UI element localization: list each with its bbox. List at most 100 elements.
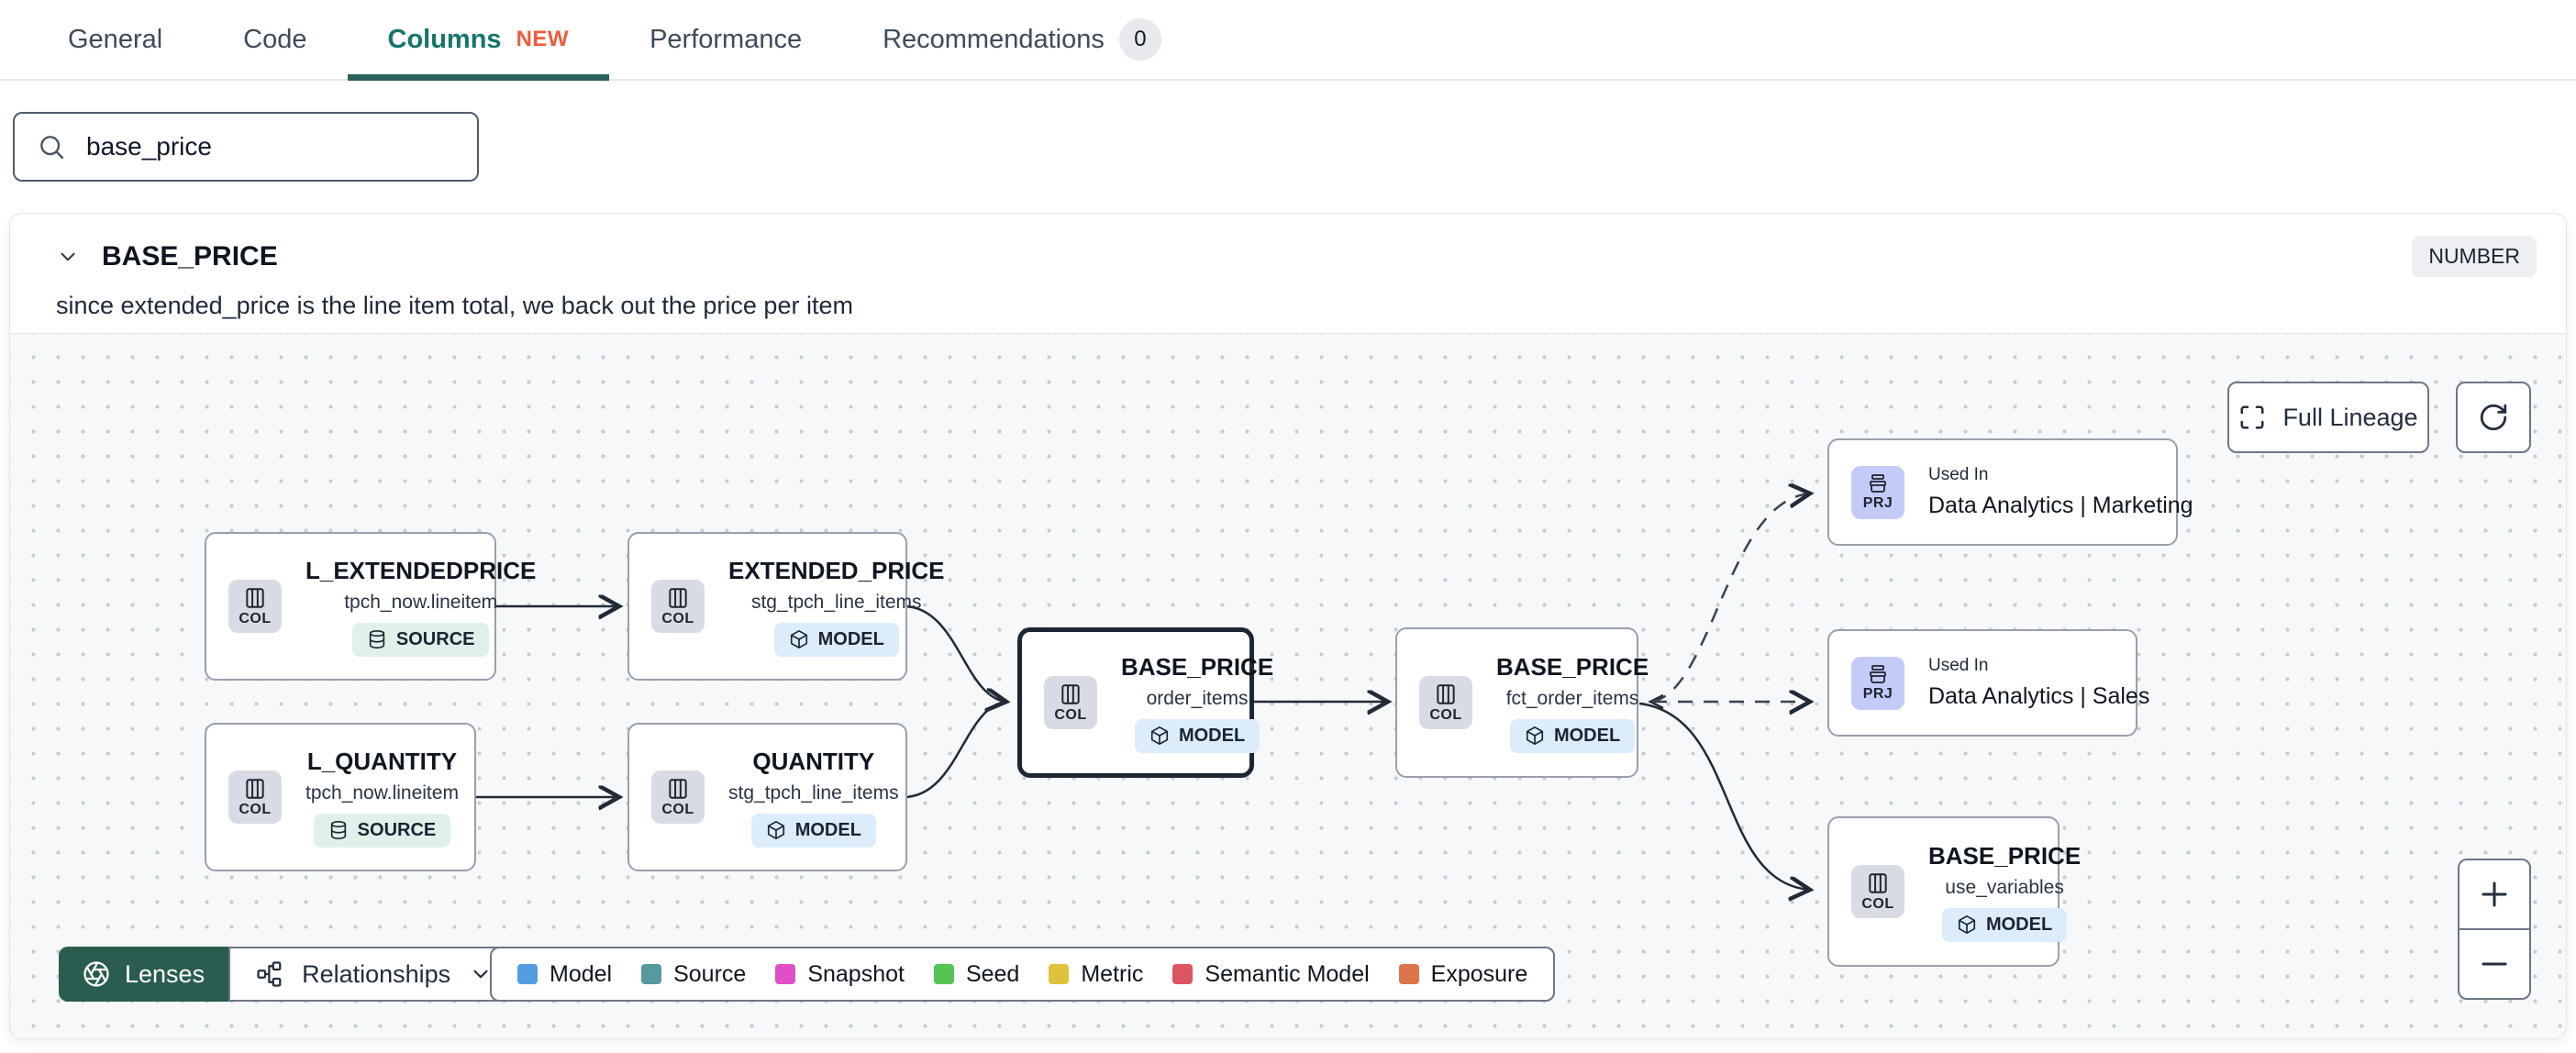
legend-item-exposure: Exposure (1398, 961, 1527, 988)
database-icon (330, 821, 346, 839)
lineage-node-quantity[interactable]: COL QUANTITY stg_tpch_line_items MODEL (627, 723, 907, 871)
zoom-in-button[interactable] (2459, 860, 2529, 928)
full-lineage-button[interactable]: Full Lineage (2227, 382, 2429, 453)
legend-swatch (641, 964, 662, 984)
legend-item-snapshot: Snapshot (775, 961, 905, 988)
node-subtitle: use_variables (1945, 876, 2064, 898)
lineage-node-base-price-fct-order-items[interactable]: COL BASE_PRICE fct_order_items MODEL (1395, 627, 1649, 778)
column-card-header: BASE_PRICE NUMBER since extended_price i… (10, 214, 2566, 333)
new-badge: NEW (516, 27, 570, 51)
expand-icon (2240, 405, 2264, 429)
node-title: QUANTITY (752, 747, 875, 775)
chevron-down-icon[interactable] (56, 245, 80, 269)
column-description: since extended_price is the line item to… (56, 292, 853, 319)
search-icon (40, 136, 64, 160)
source-badge: SOURCE (313, 813, 451, 848)
columns-icon (1869, 872, 1887, 893)
zoom-out-button[interactable] (2459, 928, 2529, 998)
lineage-node-base-price-order-items[interactable]: COL BASE_PRICE order_items MODEL (1017, 627, 1273, 778)
column-title: BASE_PRICE (102, 240, 278, 272)
refresh-button[interactable] (2456, 382, 2531, 453)
node-title: L_EXTENDEDPRICE (305, 556, 537, 584)
minus-icon (2482, 962, 2507, 966)
column-type-badge: NUMBER (2412, 236, 2537, 277)
column-chip-icon: COL (1419, 676, 1472, 729)
lineage-node-used-in-marketing[interactable]: PRJ Used In Data Analytics | Marketing (1827, 438, 2193, 546)
project-name: Data Analytics | Sales (1928, 683, 2150, 709)
lineage-node-l-quantity[interactable]: COL L_QUANTITY tpch_now.lineitem SOURCE (205, 723, 476, 871)
tab-code[interactable]: Code (203, 0, 347, 79)
columns-icon (246, 587, 264, 608)
cube-icon (1958, 915, 1976, 934)
legend-swatch (1172, 964, 1194, 984)
node-title: BASE_PRICE (1928, 841, 2082, 870)
node-subtitle: stg_tpch_line_items (750, 591, 922, 613)
tab-columns[interactable]: Columns NEW (347, 0, 610, 81)
legend-swatch (1398, 964, 1419, 984)
zoom-controls (2458, 859, 2531, 1000)
cube-icon (1150, 726, 1169, 745)
used-in-label: Used In (1928, 656, 1989, 675)
model-badge: MODEL (1509, 718, 1636, 753)
lineage-edges (476, 334, 2567, 1039)
database-icon (369, 630, 385, 648)
project-chip-icon: PRJ (1851, 465, 1904, 519)
node-title: EXTENDED_PRICE (728, 556, 945, 584)
archive-box-icon (1870, 665, 1886, 683)
lineage-node-l-extendedprice[interactable]: COL L_EXTENDEDPRICE tpch_now.lineitem SO… (205, 532, 536, 681)
column-card: BASE_PRICE NUMBER since extended_price i… (9, 213, 2567, 1039)
relationships-icon (257, 961, 282, 987)
cube-icon (767, 821, 784, 839)
column-chip-icon: COL (228, 580, 282, 633)
model-badge: MODEL (773, 622, 899, 657)
project-name: Data Analytics | Marketing (1928, 493, 2193, 518)
columns-icon (1061, 683, 1080, 704)
legend-swatch (517, 964, 538, 984)
column-chip-icon: COL (651, 770, 705, 824)
node-subtitle: order_items (1146, 687, 1249, 709)
recommendations-count-badge: 0 (1118, 18, 1161, 61)
column-chip-icon: COL (228, 770, 282, 824)
legend-swatch (1049, 964, 1070, 984)
cube-icon (1526, 726, 1544, 745)
lineage-node-used-in-sales[interactable]: PRJ Used In Data Analytics | Sales (1827, 629, 2149, 737)
legend-swatch (933, 964, 954, 984)
legend-item-source: Source (641, 961, 746, 988)
legend-item-metric: Metric (1049, 961, 1143, 988)
search-input[interactable] (86, 132, 455, 161)
legend-item-seed: Seed (933, 961, 1019, 988)
tab-performance[interactable]: Performance (609, 0, 842, 79)
model-badge: MODEL (1941, 907, 2068, 942)
model-badge: MODEL (750, 813, 876, 848)
columns-icon (669, 587, 687, 608)
archive-box-icon (1870, 474, 1886, 493)
column-search (13, 112, 479, 182)
lenses-toolbar: Lenses Relationships (59, 947, 521, 1002)
columns-icon (246, 778, 264, 799)
used-in-label: Used In (1928, 465, 1989, 484)
project-chip-icon: PRJ (1851, 656, 1904, 710)
legend-item-semantic-model: Semantic Model (1172, 961, 1370, 988)
columns-icon (1437, 683, 1455, 704)
relationships-dropdown[interactable]: Relationships (228, 947, 521, 1002)
legend-swatch (775, 964, 796, 984)
column-chip-icon: COL (651, 580, 705, 633)
lenses-button[interactable]: Lenses (59, 947, 229, 1002)
source-badge: SOURCE (351, 622, 490, 657)
lineage-node-base-price-use-variables[interactable]: COL BASE_PRICE use_variables MODEL (1827, 816, 2081, 967)
node-subtitle: tpch_now.lineitem (344, 591, 498, 613)
node-title: L_QUANTITY (306, 747, 458, 775)
node-title: BASE_PRICE (1121, 652, 1274, 681)
refresh-icon (2480, 404, 2507, 431)
lineage-canvas[interactable]: COL L_EXTENDEDPRICE tpch_now.lineitem SO… (10, 333, 2566, 1038)
node-subtitle: tpch_now.lineitem (305, 781, 459, 804)
node-subtitle: stg_tpch_line_items (728, 781, 899, 804)
lineage-node-extended-price[interactable]: COL EXTENDED_PRICE stg_tpch_line_items M… (627, 532, 945, 681)
tab-bar: General Code Columns NEW Performance Rec… (0, 0, 2576, 81)
node-subtitle: fct_order_items (1505, 687, 1639, 709)
tab-recommendations[interactable]: Recommendations 0 (842, 0, 1202, 79)
column-chip-icon: COL (1851, 865, 1904, 918)
lineage-legend: Model Source Snapshot Seed Metric Semant… (490, 947, 1556, 1002)
columns-icon (669, 778, 687, 799)
tab-general[interactable]: General (28, 0, 203, 79)
